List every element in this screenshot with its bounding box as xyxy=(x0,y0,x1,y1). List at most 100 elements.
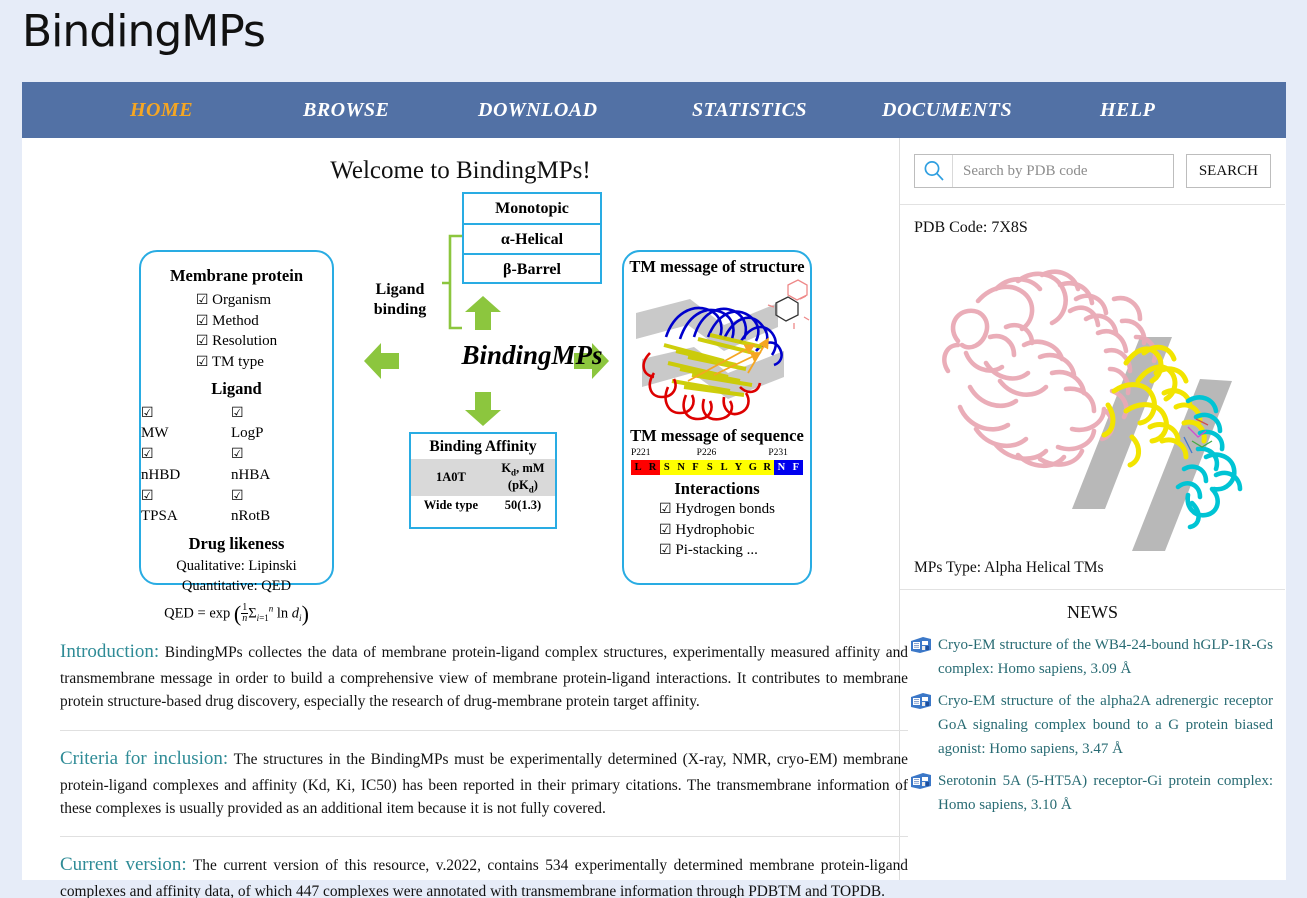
tm-structure-heading: TM message of structure xyxy=(629,257,805,276)
checklist-label: Pi-stacking ... xyxy=(675,542,758,559)
ligand-binding-label: Ligand binding xyxy=(373,281,427,318)
checkbox-checked-icon: ☑ xyxy=(195,293,209,308)
description-sections: Introduction: BindingMPs collectes the d… xyxy=(60,638,908,898)
nav-item-home[interactable]: HOME xyxy=(130,99,193,122)
sequence-tick: P226 xyxy=(696,447,717,458)
newspaper-icon xyxy=(910,692,932,761)
checkbox-checked-icon: ☑ xyxy=(231,447,244,463)
news-item[interactable]: Cryo-EM structure of the WB4-24-bound hG… xyxy=(900,631,1285,687)
checkbox-checked-icon: ☑ xyxy=(195,313,209,329)
news-link[interactable]: Cryo-EM structure of the WB4-24-bound hG… xyxy=(938,634,1273,681)
membrane-protein-checklist: ☑ Organism ☑ Method ☑ Resolution ☑ TM ty… xyxy=(196,290,277,373)
section-heading: Criteria for inclusion: xyxy=(60,747,229,769)
news-link[interactable]: Cryo-EM structure of the alpha2A adrener… xyxy=(938,690,1273,761)
checklist-item: ☑ Resolution xyxy=(196,331,277,352)
ligand-label: nRotB xyxy=(231,508,271,525)
table-header-row: 1A0T Kd, mM (pKd) xyxy=(411,459,555,496)
sequence-residue: Y xyxy=(731,459,746,475)
drug-likeness-quantitative: Quantitative: QED xyxy=(181,577,292,594)
bracket-icon xyxy=(442,234,462,330)
drug-likeness-heading: Drug likeness xyxy=(188,533,285,553)
binding-affinity-table: 1A0T Kd, mM (pKd) Wide type 50(1.3) xyxy=(411,459,555,515)
news-list: Cryo-EM structure of the WB4-24-bound hG… xyxy=(900,631,1285,824)
checklist-label: TM type xyxy=(211,354,264,371)
arrow-left-icon xyxy=(364,343,399,379)
news-link[interactable]: Serotonin 5A (5-HT5A) receptor-Gi protei… xyxy=(938,770,1273,817)
search-button[interactable]: SEARCH xyxy=(1185,154,1271,188)
drug-likeness-qualitative: Qualitative: Lipinski xyxy=(176,557,297,574)
news-heading: NEWS xyxy=(1067,602,1118,622)
ligand-label: TPSA xyxy=(141,508,178,525)
checklist-label: Hydrogen bonds xyxy=(675,500,775,517)
affinity-header-id: 1A0T xyxy=(411,459,491,496)
news-item[interactable]: Cryo-EM structure of the alpha2A adrener… xyxy=(900,687,1285,767)
qed-formula: QED = exp (1 n Σi=1n ln di) xyxy=(164,600,309,626)
nav-item-browse[interactable]: BROWSE xyxy=(303,99,389,122)
section-body: The current version of this resource, v.… xyxy=(60,857,908,898)
paren-open: ( xyxy=(233,600,242,626)
membrane-type-box: Monotopic α-Helical β-Barrel xyxy=(462,192,602,284)
checklist-item: ☑ Hydrogen bonds xyxy=(659,499,775,520)
qed-formula-label: QED = exp xyxy=(164,605,231,622)
paren-close: ) xyxy=(301,600,309,626)
sequence-residue: N xyxy=(673,459,689,475)
page-title: Welcome to BindingMPs! xyxy=(330,157,591,184)
ligand-label: MW xyxy=(141,425,169,442)
search-icon[interactable] xyxy=(915,155,953,187)
mps-type-label: MPs Type: Alpha Helical TMs xyxy=(900,551,1285,590)
main-navigation: HOME BROWSE DOWNLOAD STATISTICS DOCUMENTS HEL… xyxy=(22,82,1286,138)
section-heading: Current version: xyxy=(60,854,187,876)
ligand-row: ☑ MW ☑ LogP xyxy=(141,403,332,444)
checkbox-checked-icon: ☑ xyxy=(195,334,209,350)
type-beta-barrel: β-Barrel xyxy=(503,261,561,279)
binding-affinity-title: Binding Affinity xyxy=(429,438,537,455)
checkbox-checked-icon: ☑ xyxy=(231,405,244,421)
checkbox-checked-icon: ☑ xyxy=(141,447,154,463)
checklist-item: ☑ Organism xyxy=(196,290,277,311)
ligand-heading: Ligand xyxy=(211,378,262,398)
nav-item-download[interactable]: DOWNLOAD xyxy=(478,99,598,122)
checklist-item: ☑ Pi-stacking ... xyxy=(659,540,775,561)
search-box[interactable] xyxy=(914,154,1174,188)
checklist-item: ☑ TM type xyxy=(196,352,277,373)
checklist-label: Method xyxy=(212,312,259,329)
section-current-version: Current version: The current version of … xyxy=(60,851,908,898)
overview-diagram: Membrane protein ☑ Organism ☑ Method ☑ R… xyxy=(22,185,900,626)
nav-item-documents[interactable]: DOCUMENTS xyxy=(882,99,1012,122)
tm-message-box: TM message of structure TM message of se… xyxy=(622,250,812,585)
ligand-label: LogP xyxy=(231,425,264,442)
divider xyxy=(60,729,908,731)
checkbox-checked-icon: ☑ xyxy=(141,488,154,504)
divider xyxy=(60,836,908,838)
nav-item-statistics[interactable]: STATISTICS xyxy=(692,99,807,122)
sum-upper-limit: n xyxy=(268,603,274,614)
checklist-item: ☑ Method xyxy=(196,311,277,332)
search-row: SEARCH xyxy=(900,138,1285,205)
sequence-residue: N xyxy=(774,459,789,475)
ligand-label: nHBA xyxy=(231,466,271,483)
sequence-residue: R xyxy=(645,459,660,475)
checkbox-checked-icon: ☑ xyxy=(195,355,209,371)
section-body: BindingMPs collectes the data of membran… xyxy=(60,644,909,711)
nav-item-help[interactable]: HELP xyxy=(1100,99,1155,122)
affinity-header-kd: Kd, mM (pKd) xyxy=(490,459,555,496)
protein-structure-viewer xyxy=(900,241,1285,551)
interactions-checklist: ☑ Hydrogen bonds ☑ Hydrophobic ☑ Pi-stac… xyxy=(659,499,775,561)
pdb-code-label: PDB Code: 7X8S xyxy=(914,219,1028,236)
news-item[interactable]: Serotonin 5A (5-HT5A) receptor-Gi protei… xyxy=(900,767,1285,823)
ligand-label: nHBD xyxy=(141,466,181,483)
checklist-label: Organism xyxy=(212,292,272,308)
sequence-residue: R xyxy=(759,459,775,475)
checklist-label: Resolution xyxy=(212,333,278,350)
arrow-down-icon xyxy=(465,392,501,426)
beta-barrel-structure-image xyxy=(628,277,810,425)
sequence-residue: S xyxy=(702,459,717,475)
affinity-mutation: Wide type xyxy=(423,498,479,512)
features-box: Membrane protein ☑ Organism ☑ Method ☑ R… xyxy=(139,250,334,626)
section-introduction: Introduction: BindingMPs collectes the d… xyxy=(60,638,908,731)
newspaper-icon xyxy=(910,772,932,817)
sequence-residue: F xyxy=(788,459,803,475)
site-title: BindingMPs xyxy=(22,6,266,57)
search-input[interactable] xyxy=(953,161,1173,181)
summation-icon: Σ xyxy=(248,605,257,622)
